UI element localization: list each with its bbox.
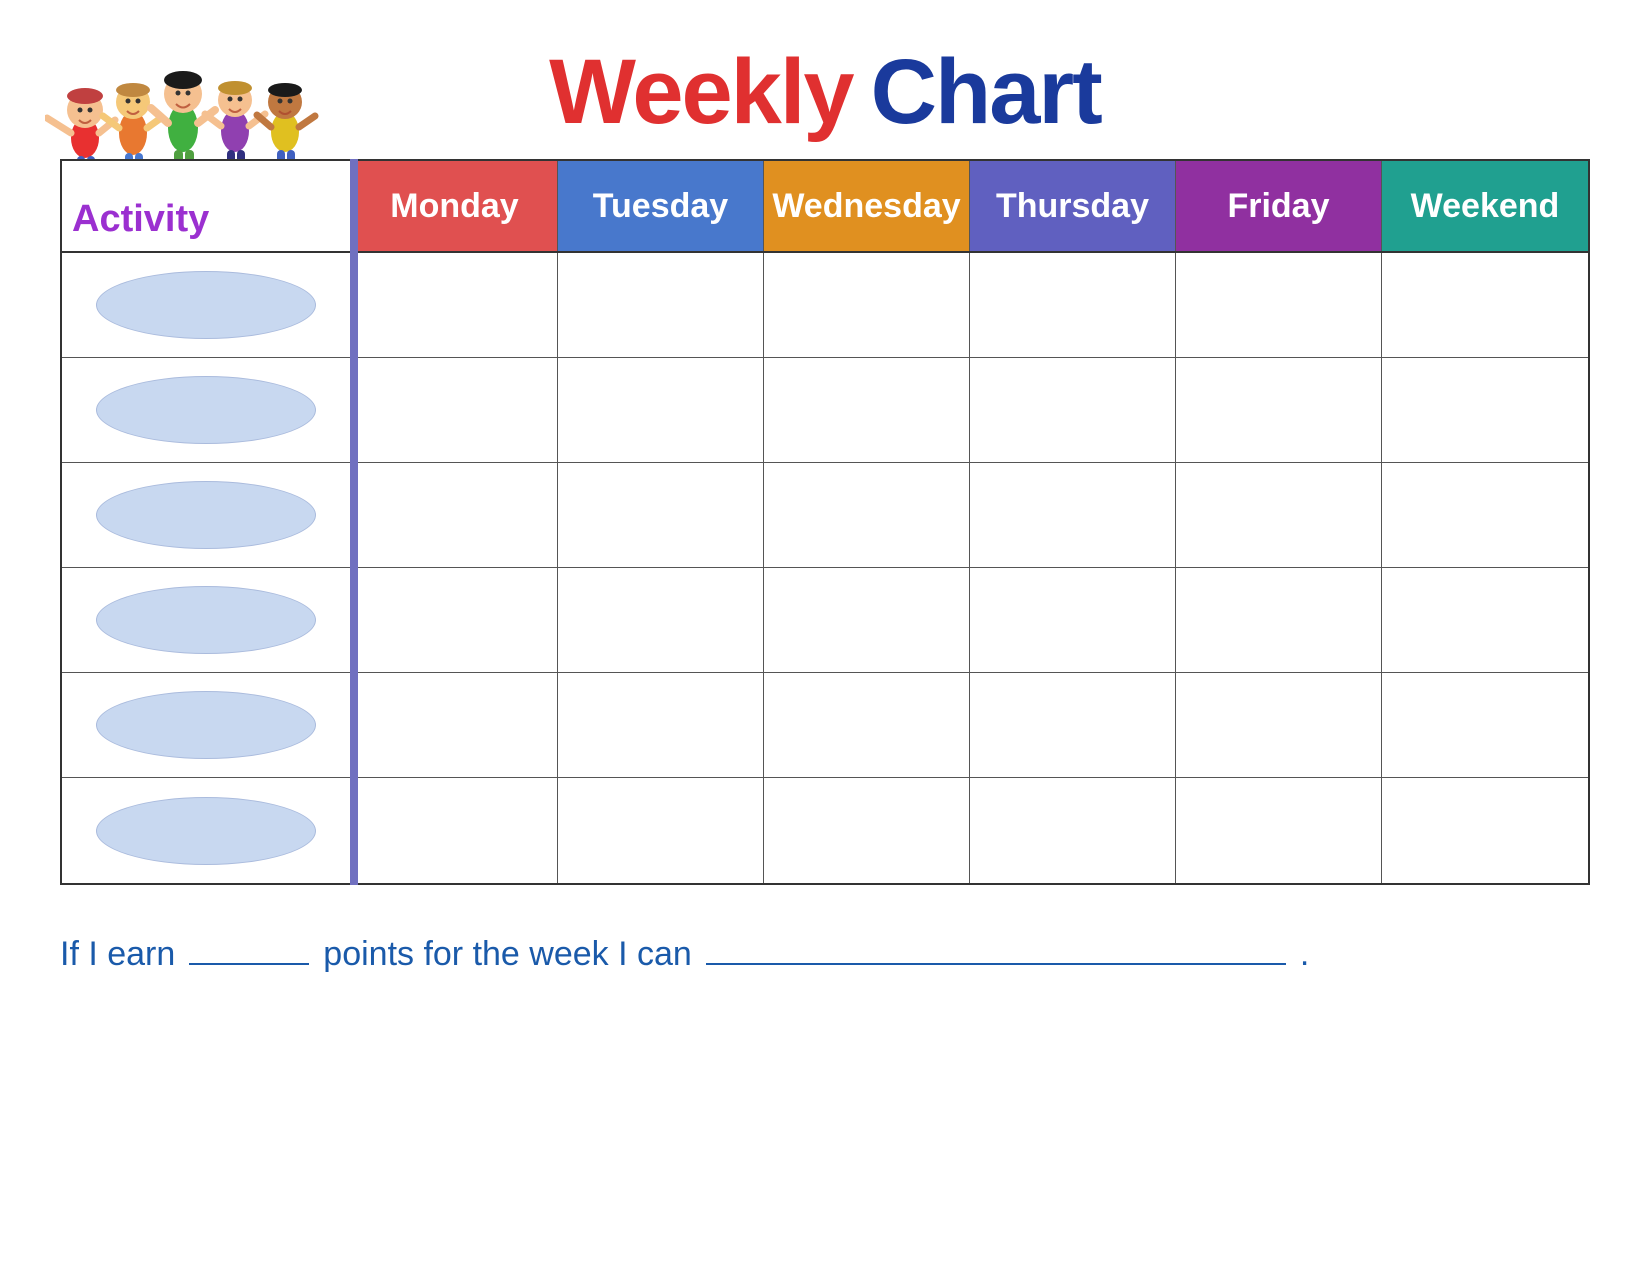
title-chart: Chart xyxy=(871,40,1101,145)
wednesday-cell-6 xyxy=(764,778,970,883)
wednesday-cell-5 xyxy=(764,673,970,777)
monday-cell-3 xyxy=(352,463,558,567)
table-row xyxy=(62,253,1588,358)
thursday-label: Thursday xyxy=(996,187,1149,226)
chart-table: Activity Monday Tuesday Wednesday Thursd… xyxy=(60,159,1590,885)
monday-label: Monday xyxy=(390,187,518,226)
weekend-label: Weekend xyxy=(1411,187,1560,226)
tuesday-label: Tuesday xyxy=(593,187,728,226)
activity-oval-5 xyxy=(96,691,316,759)
thursday-cell-6 xyxy=(970,778,1176,883)
activity-oval-1 xyxy=(96,271,316,339)
friday-header: Friday xyxy=(1176,161,1382,251)
activity-oval-4 xyxy=(96,586,316,654)
thursday-cell-2 xyxy=(970,358,1176,462)
wednesday-cell-3 xyxy=(764,463,970,567)
tuesday-cell-5 xyxy=(558,673,764,777)
page: Weekly Chart Activity Monday Tuesday Wed… xyxy=(0,0,1650,1275)
activity-oval-2 xyxy=(96,376,316,444)
friday-cell-6 xyxy=(1176,778,1382,883)
wednesday-cell-1 xyxy=(764,253,970,357)
wednesday-cell-2 xyxy=(764,358,970,462)
chart-header: Activity Monday Tuesday Wednesday Thursd… xyxy=(62,161,1588,253)
monday-header: Monday xyxy=(352,161,558,251)
tuesday-cell-6 xyxy=(558,778,764,883)
table-row xyxy=(62,778,1588,883)
activity-oval-6 xyxy=(96,797,316,865)
weekly-chart: Activity Monday Tuesday Wednesday Thursd… xyxy=(60,159,1590,885)
weekend-cell-1 xyxy=(1382,253,1588,357)
friday-cell-2 xyxy=(1176,358,1382,462)
thursday-cell-4 xyxy=(970,568,1176,672)
thursday-cell-5 xyxy=(970,673,1176,777)
monday-cell-1 xyxy=(352,253,558,357)
footer-blank-short[interactable] xyxy=(189,963,309,965)
weekend-header: Weekend xyxy=(1382,161,1588,251)
footer-prefix: If I earn xyxy=(60,935,175,974)
weekend-cell-3 xyxy=(1382,463,1588,567)
footer-middle: points for the week I can xyxy=(323,935,692,974)
activity-cell-4 xyxy=(62,568,352,672)
friday-cell-3 xyxy=(1176,463,1382,567)
activity-cell-1 xyxy=(62,253,352,357)
tuesday-cell-3 xyxy=(558,463,764,567)
tuesday-cell-2 xyxy=(558,358,764,462)
activity-label: Activity xyxy=(72,198,209,241)
monday-cell-4 xyxy=(352,568,558,672)
activity-cell-5 xyxy=(62,673,352,777)
table-row xyxy=(62,673,1588,778)
tuesday-cell-1 xyxy=(558,253,764,357)
weekend-cell-6 xyxy=(1382,778,1588,883)
activity-cell-6 xyxy=(62,778,352,883)
monday-cell-5 xyxy=(352,673,558,777)
friday-cell-4 xyxy=(1176,568,1382,672)
chart-body xyxy=(62,253,1588,883)
thursday-cell-3 xyxy=(970,463,1176,567)
title-weekly: Weekly xyxy=(549,40,852,145)
weekend-cell-4 xyxy=(1382,568,1588,672)
tuesday-header: Tuesday xyxy=(558,161,764,251)
monday-cell-6 xyxy=(352,778,558,883)
footer-text: If I earn points for the week I can . xyxy=(60,935,1309,974)
activity-header-cell: Activity xyxy=(62,161,352,251)
wednesday-header: Wednesday xyxy=(764,161,970,251)
monday-cell-2 xyxy=(352,358,558,462)
footer-suffix: . xyxy=(1300,935,1309,974)
weekend-cell-2 xyxy=(1382,358,1588,462)
wednesday-cell-4 xyxy=(764,568,970,672)
tuesday-cell-4 xyxy=(558,568,764,672)
activity-oval-3 xyxy=(96,481,316,549)
activity-cell-2 xyxy=(62,358,352,462)
table-row xyxy=(62,463,1588,568)
table-row xyxy=(62,568,1588,673)
wednesday-label: Wednesday xyxy=(772,187,960,226)
friday-cell-1 xyxy=(1176,253,1382,357)
weekend-cell-5 xyxy=(1382,673,1588,777)
thursday-cell-1 xyxy=(970,253,1176,357)
friday-cell-5 xyxy=(1176,673,1382,777)
friday-label: Friday xyxy=(1227,187,1329,226)
thursday-header: Thursday xyxy=(970,161,1176,251)
activity-cell-3 xyxy=(62,463,352,567)
footer-blank-long[interactable] xyxy=(706,963,1286,965)
table-row xyxy=(62,358,1588,463)
